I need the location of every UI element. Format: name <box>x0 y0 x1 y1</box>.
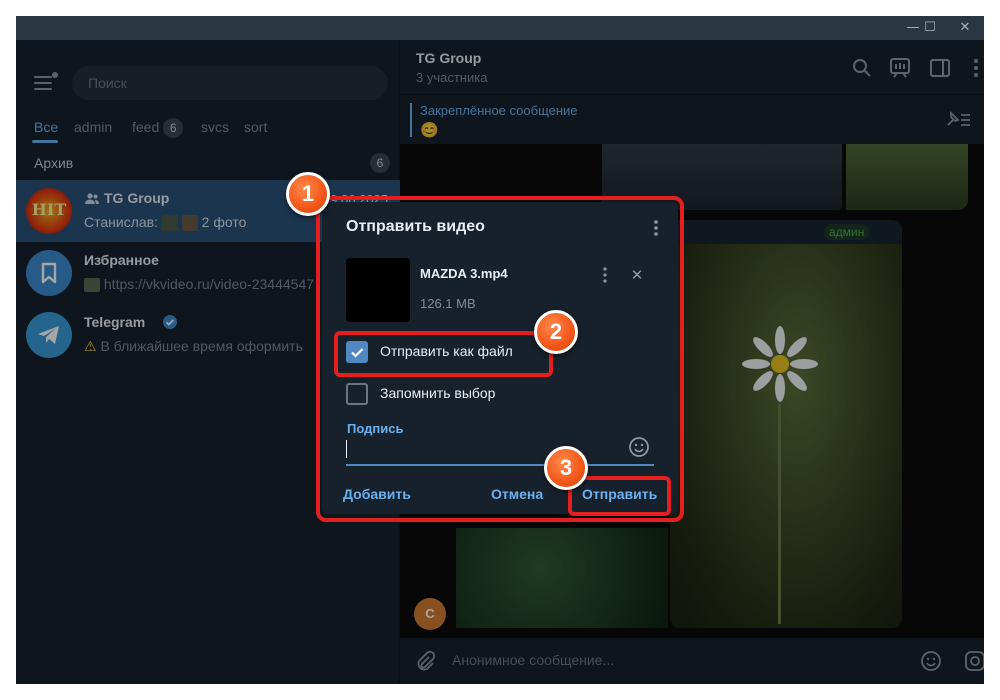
highlight-send-as-file <box>334 331 553 377</box>
close-window-button[interactable]: ✕ <box>948 16 982 40</box>
maximize-button[interactable]: ☐ <box>913 16 947 40</box>
step-marker-3: 3 <box>544 446 588 490</box>
step-marker-1: 1 <box>286 172 330 216</box>
highlight-send-button <box>568 476 671 516</box>
title-bar: — ☐ ✕ <box>16 16 984 40</box>
step-marker-2: 2 <box>534 310 578 354</box>
